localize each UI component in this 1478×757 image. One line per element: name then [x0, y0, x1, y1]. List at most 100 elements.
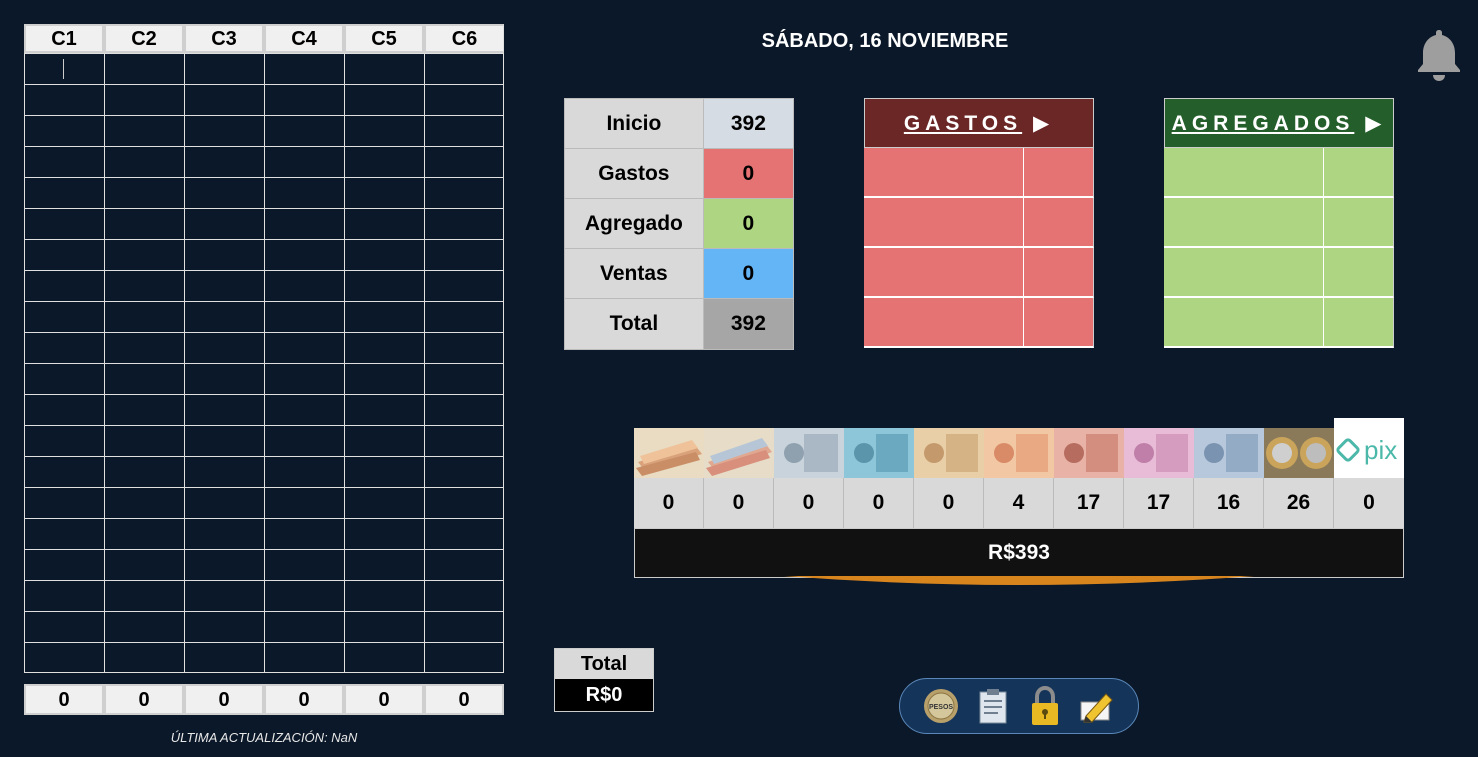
grid-cell[interactable] — [424, 425, 504, 456]
currency-count[interactable]: 0 — [844, 478, 914, 528]
grid-cell[interactable] — [104, 115, 184, 146]
grid-cell[interactable] — [264, 518, 344, 549]
pesos-coin-icon[interactable]: PESOS — [922, 686, 960, 726]
grid-cell[interactable] — [264, 332, 344, 363]
grid-cell[interactable] — [184, 84, 264, 115]
grid-cell[interactable] — [344, 487, 424, 518]
agregados-cell[interactable] — [1164, 198, 1324, 248]
grid-cell[interactable] — [264, 301, 344, 332]
grid-cell[interactable] — [24, 642, 104, 673]
edit-icon[interactable] — [1078, 686, 1116, 726]
grid-cell[interactable] — [184, 456, 264, 487]
grid-cell[interactable] — [184, 518, 264, 549]
grid-cell[interactable] — [344, 239, 424, 270]
currency-count[interactable]: 0 — [634, 478, 704, 528]
grid-cell[interactable] — [424, 611, 504, 642]
grid-cell[interactable] — [264, 642, 344, 673]
grid-cell[interactable] — [184, 642, 264, 673]
grid-cell[interactable] — [344, 394, 424, 425]
grid-cell[interactable] — [424, 580, 504, 611]
currency-count[interactable]: 17 — [1124, 478, 1194, 528]
grid-cell[interactable] — [344, 642, 424, 673]
grid-cell[interactable] — [184, 53, 264, 84]
grid-cell[interactable] — [264, 549, 344, 580]
grid-cell[interactable] — [24, 115, 104, 146]
grid-cell[interactable] — [104, 53, 184, 84]
grid-cell[interactable] — [184, 549, 264, 580]
grid-cell[interactable] — [344, 363, 424, 394]
currency-count[interactable]: 26 — [1264, 478, 1334, 528]
grid-cell[interactable] — [424, 456, 504, 487]
grid-cell[interactable] — [424, 487, 504, 518]
grid-cell[interactable] — [24, 208, 104, 239]
grid-cell[interactable] — [344, 580, 424, 611]
grid-cell[interactable] — [264, 394, 344, 425]
grid-cell[interactable] — [264, 270, 344, 301]
grid-cell[interactable] — [104, 208, 184, 239]
grid-cell[interactable] — [344, 53, 424, 84]
grid-cell[interactable] — [264, 177, 344, 208]
grid-cell[interactable] — [424, 642, 504, 673]
grid-cell[interactable] — [104, 363, 184, 394]
gastos-cell[interactable] — [1024, 248, 1094, 298]
gastos-cell[interactable] — [864, 198, 1024, 248]
grid-cell[interactable] — [104, 518, 184, 549]
grid-cell[interactable] — [424, 208, 504, 239]
grid-cell[interactable] — [104, 611, 184, 642]
grid-cell[interactable] — [104, 549, 184, 580]
grid-cell[interactable] — [264, 487, 344, 518]
grid-cell[interactable] — [424, 518, 504, 549]
grid-cell[interactable] — [24, 84, 104, 115]
grid-cell[interactable] — [264, 580, 344, 611]
grid-cell[interactable] — [184, 270, 264, 301]
currency-count[interactable]: 0 — [774, 478, 844, 528]
grid-cell[interactable] — [104, 394, 184, 425]
grid-cell[interactable] — [24, 146, 104, 177]
grid-cell[interactable] — [344, 84, 424, 115]
agregados-cell[interactable] — [1324, 198, 1394, 248]
grid-cell[interactable] — [24, 611, 104, 642]
grid-cell[interactable] — [104, 146, 184, 177]
grid-cell[interactable] — [184, 580, 264, 611]
grid-cell[interactable] — [264, 146, 344, 177]
grid-cell[interactable] — [104, 84, 184, 115]
lock-icon[interactable] — [1026, 686, 1064, 726]
grid-cell[interactable] — [184, 177, 264, 208]
grid-cell[interactable] — [24, 394, 104, 425]
currency-count[interactable]: 0 — [914, 478, 984, 528]
gastos-cell[interactable] — [1024, 298, 1094, 348]
grid-cell[interactable] — [344, 146, 424, 177]
grid-cell[interactable] — [24, 487, 104, 518]
grid-cell[interactable] — [344, 456, 424, 487]
grid-cell[interactable] — [104, 301, 184, 332]
grid-cell[interactable] — [424, 301, 504, 332]
currency-count[interactable]: 0 — [1334, 478, 1404, 528]
grid-cell[interactable] — [184, 332, 264, 363]
grid-cell[interactable] — [184, 208, 264, 239]
grid-cell[interactable] — [264, 239, 344, 270]
agregados-cell[interactable] — [1164, 148, 1324, 198]
clipboard-icon[interactable] — [974, 686, 1012, 726]
gastos-cell[interactable] — [864, 148, 1024, 198]
grid-cell[interactable] — [24, 580, 104, 611]
currency-count[interactable]: 0 — [704, 478, 774, 528]
bell-icon[interactable] — [1414, 26, 1464, 82]
grid-cell[interactable] — [24, 332, 104, 363]
grid-cell[interactable] — [184, 611, 264, 642]
grid-cell[interactable] — [24, 177, 104, 208]
grid-cell[interactable] — [344, 332, 424, 363]
grid-cell[interactable] — [104, 425, 184, 456]
grid-cell[interactable] — [424, 115, 504, 146]
grid-cell[interactable] — [344, 549, 424, 580]
grid-cell[interactable] — [424, 177, 504, 208]
grid-cell[interactable] — [264, 611, 344, 642]
grid-cell[interactable] — [184, 363, 264, 394]
gastos-cell[interactable] — [864, 248, 1024, 298]
gastos-cell[interactable] — [1024, 148, 1094, 198]
grid-cell[interactable] — [424, 84, 504, 115]
grid-cell[interactable] — [24, 270, 104, 301]
agregados-cell[interactable] — [1164, 248, 1324, 298]
grid-cell[interactable] — [424, 394, 504, 425]
grid-cell[interactable] — [344, 177, 424, 208]
grid-cell[interactable] — [184, 301, 264, 332]
